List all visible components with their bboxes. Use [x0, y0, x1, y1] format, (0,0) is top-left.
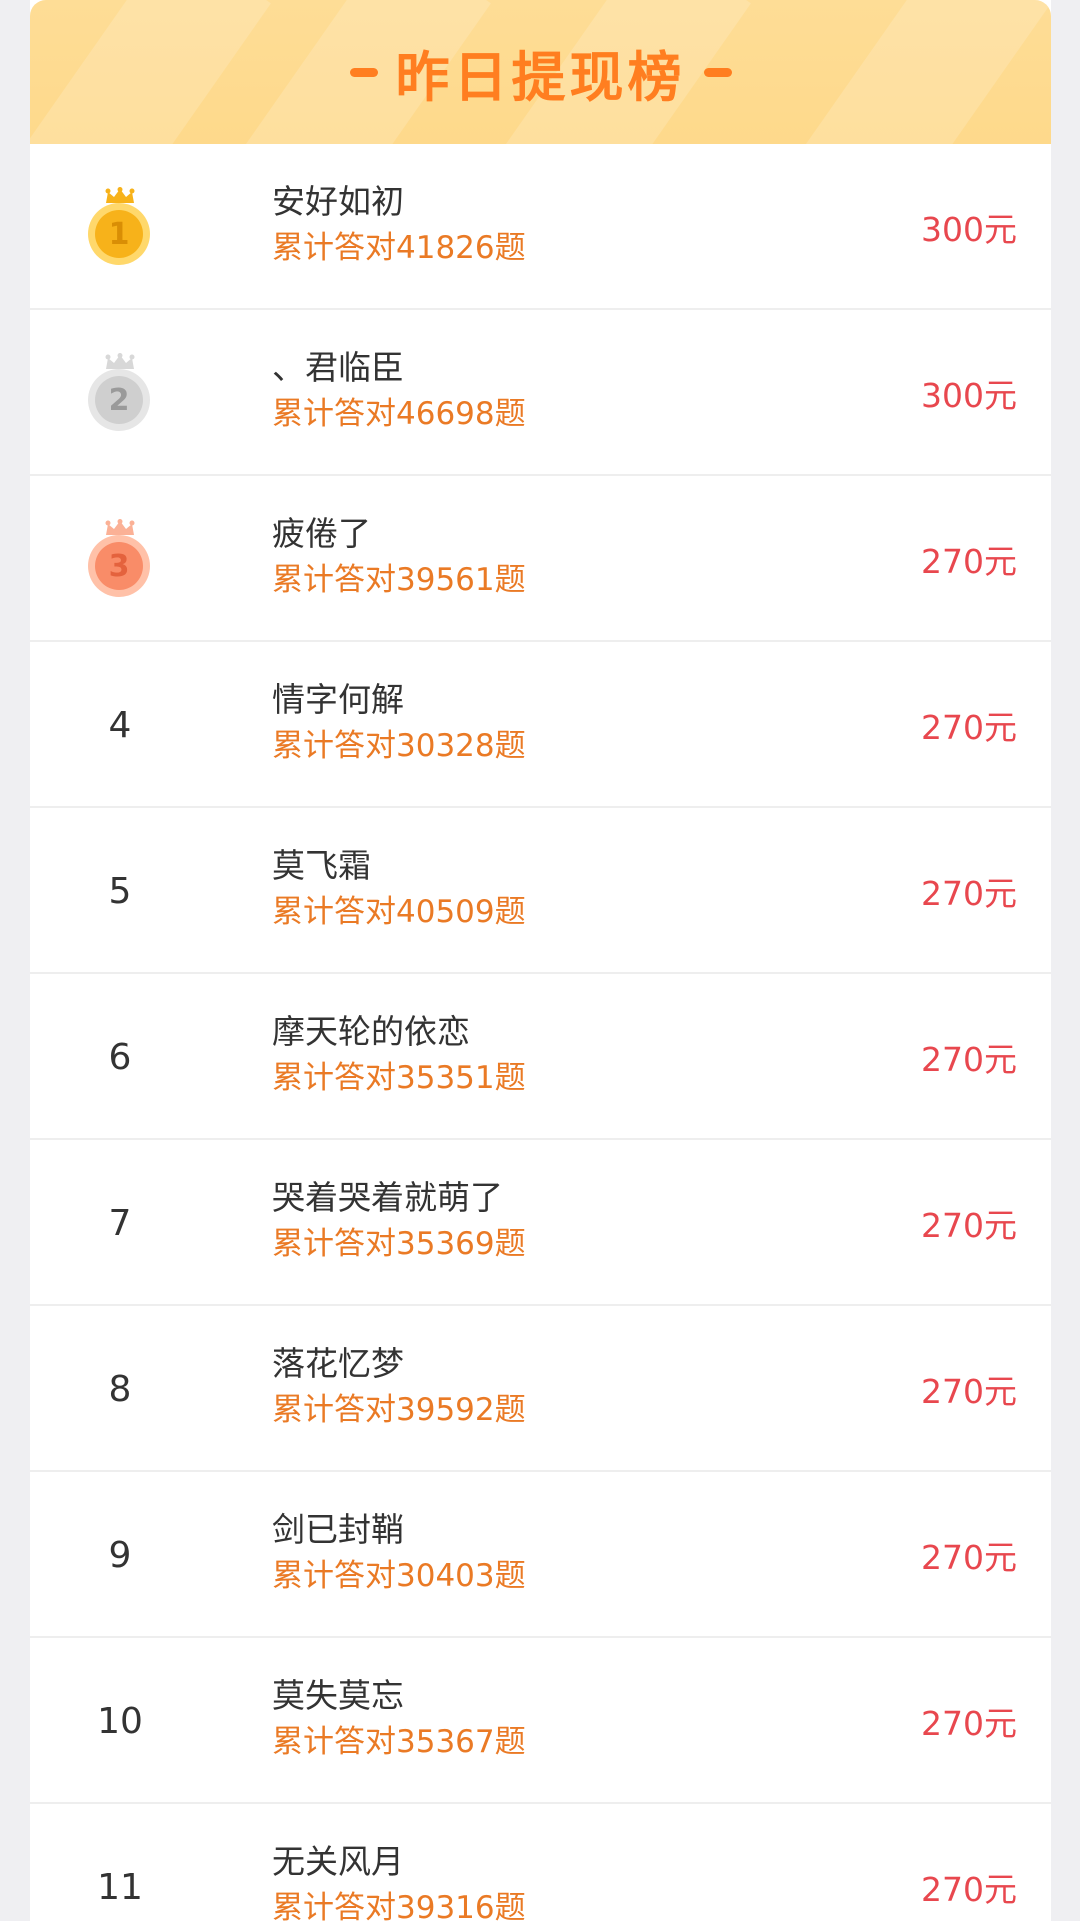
- withdraw-amount: 270元: [921, 542, 1017, 581]
- medal-disc: 1: [88, 203, 150, 265]
- leaderboard-row[interactable]: 7 哭着哭着就萌了 累计答对35369题 270元: [30, 1140, 1051, 1306]
- user-info: 莫飞霜 累计答对40509题: [272, 844, 526, 936]
- user-name: 疲倦了: [272, 514, 371, 553]
- correct-answers-count: 累计答对35351题: [272, 1060, 526, 1096]
- user-name: 莫飞霜: [272, 846, 371, 885]
- withdraw-amount: 300元: [921, 376, 1017, 415]
- user-name: 落花忆梦: [272, 1344, 404, 1383]
- correct-answers-count: 累计答对35367题: [272, 1724, 526, 1760]
- rank-cell: 7: [60, 1140, 180, 1306]
- rank-number: 4: [108, 704, 132, 746]
- user-info: 莫失莫忘 累计答对35367题: [272, 1674, 526, 1766]
- leaderboard-row[interactable]: 4 情字何解 累计答对30328题 270元: [30, 642, 1051, 808]
- rank-number: 9: [108, 1534, 132, 1576]
- rank-number: 10: [97, 1700, 143, 1742]
- medal-disc: 3: [88, 535, 150, 597]
- correct-answers-count: 累计答对39592题: [272, 1392, 526, 1428]
- user-info: 摩天轮的依恋 累计答对35351题: [272, 1010, 526, 1102]
- rank-cell: 5: [60, 808, 180, 974]
- user-name: 安好如初: [272, 182, 404, 221]
- rank-number: 11: [97, 1866, 143, 1908]
- user-info: 疲倦了 累计答对39561题: [272, 512, 526, 604]
- rank-number: 5: [108, 870, 132, 912]
- user-info: 落花忆梦 累计答对39592题: [272, 1342, 526, 1434]
- leaderboard-list: 1 安好如初 累计答对41826题 300元 2 、君临臣 累计答对46698题…: [30, 144, 1051, 1921]
- medal-rank-number: 2: [95, 376, 143, 424]
- medal-rank-number: 3: [95, 542, 143, 590]
- user-name: 剑已封鞘: [272, 1510, 404, 1549]
- user-info: 剑已封鞘 累计答对30403题: [272, 1508, 526, 1600]
- user-info: 无关风月 累计答对39316题: [272, 1840, 526, 1921]
- medal-disc: 2: [88, 369, 150, 431]
- rank-cell: 4: [60, 642, 180, 808]
- page-title: 昨日提现榜: [395, 45, 686, 109]
- leaderboard-row[interactable]: 11 无关风月 累计答对39316题 270元: [30, 1804, 1051, 1921]
- leaderboard-row[interactable]: 3 疲倦了 累计答对39561题 270元: [30, 476, 1051, 642]
- correct-answers-count: 累计答对40509题: [272, 894, 526, 930]
- user-name: 情字何解: [272, 680, 404, 719]
- user-info: 哭着哭着就萌了 累计答对35369题: [272, 1176, 526, 1268]
- rank-cell: 8: [60, 1306, 180, 1472]
- rank-number: 8: [108, 1368, 132, 1410]
- user-info: 、君临臣 累计答对46698题: [272, 346, 526, 438]
- leaderboard-row[interactable]: 1 安好如初 累计答对41826题 300元: [30, 144, 1051, 310]
- withdraw-amount: 270元: [921, 1870, 1017, 1909]
- medal-icon-silver: 2: [88, 353, 152, 433]
- correct-answers-count: 累计答对39316题: [272, 1890, 526, 1921]
- withdraw-amount: 270元: [921, 1704, 1017, 1743]
- leaderboard-row[interactable]: 5 莫飞霜 累计答对40509题 270元: [30, 808, 1051, 974]
- withdraw-amount: 300元: [921, 210, 1017, 249]
- rank-cell: 6: [60, 974, 180, 1140]
- leaderboard-row[interactable]: 8 落花忆梦 累计答对39592题 270元: [30, 1306, 1051, 1472]
- leaderboard-row[interactable]: 10 莫失莫忘 累计答对35367题 270元: [30, 1638, 1051, 1804]
- leaderboard-card: 昨日提现榜 1 安好如初 累计答对41826题 300元 2 、君临臣 累计答对…: [30, 0, 1051, 1921]
- user-name: 无关风月: [272, 1842, 404, 1881]
- withdraw-amount: 270元: [921, 1040, 1017, 1079]
- withdraw-amount: 270元: [921, 708, 1017, 747]
- user-info: 情字何解 累计答对30328题: [272, 678, 526, 770]
- header-title-wrap: 昨日提现榜: [30, 0, 1051, 144]
- withdraw-amount: 270元: [921, 1206, 1017, 1245]
- user-name: 莫失莫忘: [272, 1676, 404, 1715]
- user-name: 哭着哭着就萌了: [272, 1178, 503, 1217]
- correct-answers-count: 累计答对41826题: [272, 230, 526, 266]
- rank-cell: 1: [60, 144, 180, 310]
- withdraw-amount: 270元: [921, 874, 1017, 913]
- rank-cell: 9: [60, 1472, 180, 1638]
- user-name: 、君临臣: [272, 348, 404, 387]
- leaderboard-row[interactable]: 9 剑已封鞘 累计答对30403题 270元: [30, 1472, 1051, 1638]
- correct-answers-count: 累计答对39561题: [272, 562, 526, 598]
- title-dash-right: [703, 67, 732, 77]
- rank-number: 7: [108, 1202, 132, 1244]
- rank-cell: 3: [60, 476, 180, 642]
- rank-cell: 10: [60, 1638, 180, 1804]
- medal-rank-number: 1: [95, 210, 143, 258]
- title-dash-left: [349, 67, 378, 77]
- withdraw-amount: 270元: [921, 1372, 1017, 1411]
- withdraw-amount: 270元: [921, 1538, 1017, 1577]
- rank-number: 6: [108, 1036, 132, 1078]
- medal-icon-gold: 1: [88, 187, 152, 267]
- medal-icon-bronze: 3: [88, 519, 152, 599]
- correct-answers-count: 累计答对30328题: [272, 728, 526, 764]
- correct-answers-count: 累计答对30403题: [272, 1558, 526, 1594]
- user-name: 摩天轮的依恋: [272, 1012, 470, 1051]
- user-info: 安好如初 累计答对41826题: [272, 180, 526, 272]
- correct-answers-count: 累计答对46698题: [272, 396, 526, 432]
- leaderboard-header: 昨日提现榜: [30, 0, 1051, 144]
- rank-cell: 11: [60, 1804, 180, 1921]
- rank-cell: 2: [60, 310, 180, 476]
- leaderboard-row[interactable]: 2 、君临臣 累计答对46698题 300元: [30, 310, 1051, 476]
- correct-answers-count: 累计答对35369题: [272, 1226, 526, 1262]
- leaderboard-row[interactable]: 6 摩天轮的依恋 累计答对35351题 270元: [30, 974, 1051, 1140]
